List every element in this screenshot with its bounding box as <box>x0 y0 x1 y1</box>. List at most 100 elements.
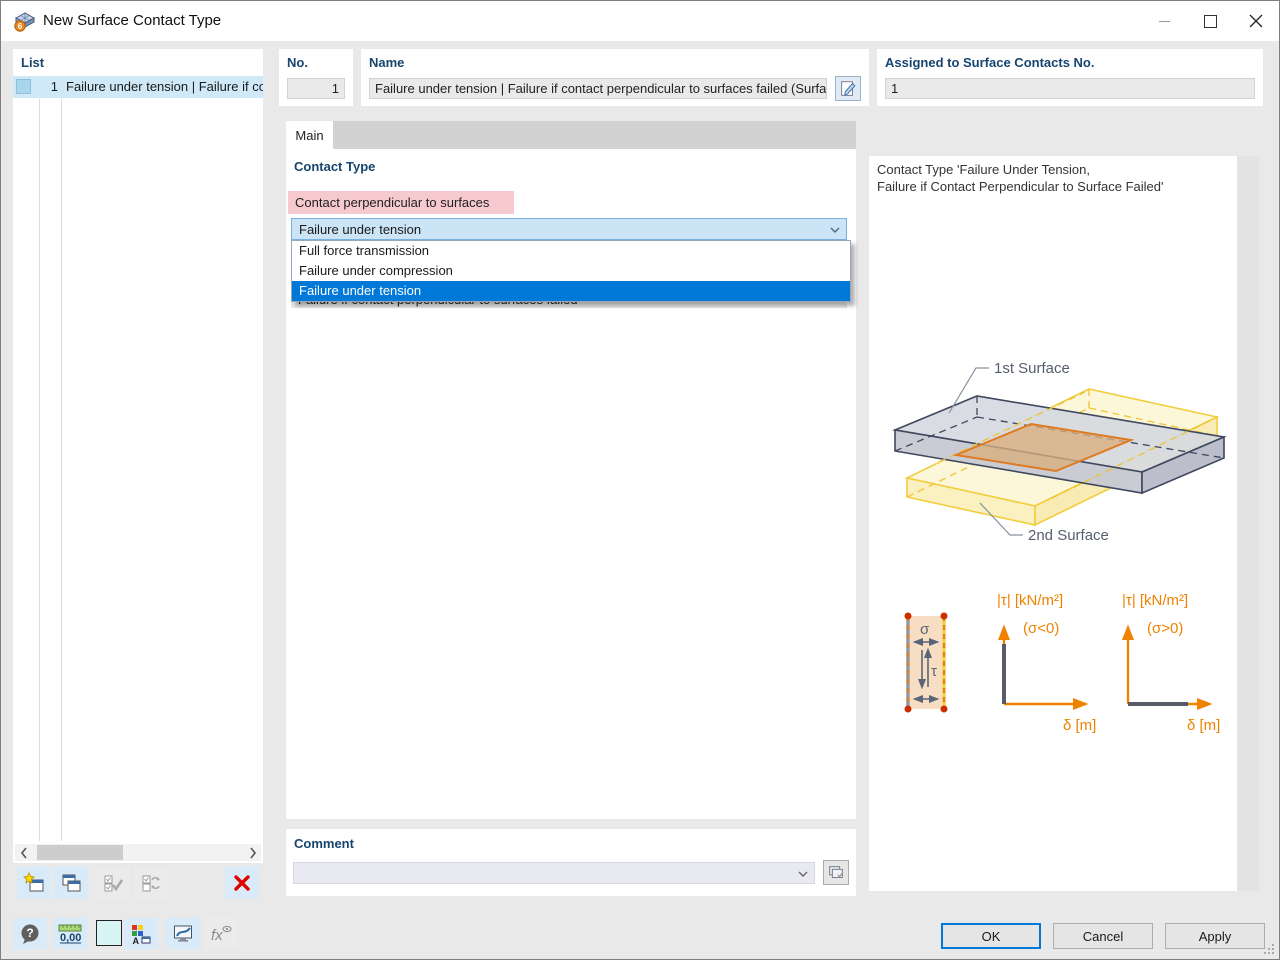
comment-panel: Comment <box>286 829 856 896</box>
chevron-down-icon <box>798 871 808 877</box>
help-icon: ? <box>19 923 41 945</box>
svg-text:A: A <box>133 936 140 945</box>
tau-symbol: τ <box>931 663 937 680</box>
list-item-label: Failure under tension | Failure if con <box>66 76 263 98</box>
contact-type-combobox[interactable]: Failure under tension <box>291 218 847 240</box>
help-button[interactable]: ? <box>13 918 47 949</box>
list-item-number: 1 <box>39 76 58 98</box>
tab-main[interactable]: Main <box>286 121 333 149</box>
app-icon-badge: 6 <box>18 22 23 31</box>
graph-negative-xlabel: δ [m] <box>1063 717 1096 734</box>
graph-sigma-negative: |τ| [kN/m²] (σ<0) δ [m] <box>997 592 1096 734</box>
horizontal-scrollbar[interactable] <box>15 844 261 861</box>
new-item-icon <box>23 872 45 894</box>
delete-icon <box>231 872 253 894</box>
formula-fx-icon: fx <box>208 923 234 945</box>
scroll-right-button[interactable] <box>244 844 261 861</box>
list-grid-line <box>39 99 40 841</box>
assigned-label: Assigned to Surface Contacts No. <box>885 55 1094 70</box>
list-header: List <box>21 55 44 70</box>
contact-stiffness-graphs: σ τ |τ| [kN/m²] (σ<0) δ [m] <box>877 586 1247 754</box>
contact-perpendicular-label: Contact perpendicular to surfaces <box>288 191 514 214</box>
scrollbar-thumb[interactable] <box>37 845 123 860</box>
chevron-left-icon <box>20 847 28 859</box>
assigned-field: 1 <box>885 78 1255 99</box>
failure-mode-combobox-clipped[interactable]: Failure if contact perpendicular to surf… <box>291 301 847 308</box>
close-icon <box>1249 14 1263 28</box>
units-settings-button[interactable]: 0,00 <box>53 918 87 949</box>
minimize-icon <box>1159 21 1170 22</box>
no-label: No. <box>287 55 308 70</box>
toggle-selection-icon <box>140 872 162 894</box>
sigma-symbol: σ <box>920 621 930 638</box>
dialog-window: 6 New Surface Contact Type List 1 Failur… <box>0 0 1280 960</box>
copy-item-button[interactable] <box>54 867 88 899</box>
no-panel: No. 1 <box>279 49 353 106</box>
chevron-down-icon <box>830 227 840 233</box>
graph-positive-xlabel: δ [m] <box>1187 717 1220 734</box>
graph-positive-condition: (σ>0) <box>1147 620 1183 637</box>
name-label: Name <box>369 55 404 70</box>
color-swatch <box>16 79 31 94</box>
toggle-selection-button <box>134 867 168 899</box>
resize-grip[interactable] <box>1263 943 1275 955</box>
new-item-button[interactable] <box>17 867 51 899</box>
check-all-icon <box>102 872 124 894</box>
no-field: 1 <box>287 78 345 99</box>
display-settings-button[interactable] <box>166 918 200 949</box>
scroll-left-button[interactable] <box>15 844 32 861</box>
assigned-panel: Assigned to Surface Contacts No. 1 <box>877 49 1263 106</box>
copy-item-icon <box>60 872 82 894</box>
contact-layer-schematic: σ τ <box>905 613 948 713</box>
colors-fonts-button[interactable]: A <box>124 918 158 949</box>
graph-negative-condition: (σ<0) <box>1023 620 1059 637</box>
dropdown-option[interactable]: Full force transmission <box>292 241 850 261</box>
list-grid-line <box>61 99 62 841</box>
background-color-swatch-button[interactable] <box>96 920 122 946</box>
main-panel: Contact Type Contact perpendicular to su… <box>286 149 856 819</box>
contact-type-description-line2: Failure if Contact Perpendicular to Surf… <box>877 179 1163 194</box>
list-panel: List 1 Failure under tension | Failure i… <box>13 49 263 863</box>
comment-combobox[interactable] <box>293 862 815 884</box>
maximize-button[interactable] <box>1187 1 1233 41</box>
info-panel: Contact Type 'Failure Under Tension, Fai… <box>869 156 1259 891</box>
surface1-label: 1st Surface <box>994 360 1070 377</box>
check-all-button <box>96 867 130 899</box>
surface-contact-diagram: 1st Surface 2nd Surface <box>877 356 1247 554</box>
svg-text:fx: fx <box>211 927 223 944</box>
monitor-icon <box>172 923 194 945</box>
ok-button[interactable]: OK <box>941 923 1041 949</box>
apply-button[interactable]: Apply <box>1165 923 1265 949</box>
name-panel: Name Failure under tension | Failure if … <box>361 49 869 106</box>
graph-sigma-positive: |τ| [kN/m²] (σ>0) δ [m] <box>1122 592 1220 734</box>
rename-button[interactable] <box>835 76 861 101</box>
svg-text:0,00: 0,00 <box>60 932 81 944</box>
apply-comment-to-all-button[interactable] <box>823 860 849 885</box>
graph-negative-ylabel: |τ| [kN/m²] <box>997 592 1063 609</box>
units-icon: 0,00 <box>57 923 83 945</box>
comment-label: Comment <box>294 836 354 851</box>
app-icon: 6 <box>13 9 37 33</box>
contact-type-heading: Contact Type <box>294 159 375 174</box>
cancel-button[interactable]: Cancel <box>1053 923 1153 949</box>
window-title: New Surface Contact Type <box>43 12 221 29</box>
titlebar[interactable]: 6 New Surface Contact Type <box>1 1 1279 41</box>
formula-button: fx <box>204 918 238 949</box>
maximize-icon <box>1204 15 1217 28</box>
contact-type-description-line1: Contact Type 'Failure Under Tension, <box>877 162 1090 177</box>
dropdown-option[interactable]: Failure under compression <box>292 261 850 281</box>
contact-type-dropdown-list: Full force transmission Failure under co… <box>291 240 851 302</box>
dropdown-option-selected[interactable]: Failure under tension <box>292 281 850 301</box>
combobox-value: Failure under tension <box>299 222 421 237</box>
layered-windows-icon <box>826 863 846 883</box>
name-field[interactable]: Failure under tension | Failure if conta… <box>369 78 827 99</box>
list-item[interactable]: 1 Failure under tension | Failure if con <box>13 76 263 98</box>
close-button[interactable] <box>1233 1 1279 41</box>
tab-strip: Main <box>286 121 856 149</box>
delete-item-button[interactable] <box>225 867 259 899</box>
surface2-label: 2nd Surface <box>1028 527 1109 544</box>
chevron-right-icon <box>249 847 257 859</box>
edit-pencil-icon <box>838 79 858 99</box>
colors-fonts-icon: A <box>130 923 152 945</box>
minimize-button[interactable] <box>1141 1 1187 41</box>
